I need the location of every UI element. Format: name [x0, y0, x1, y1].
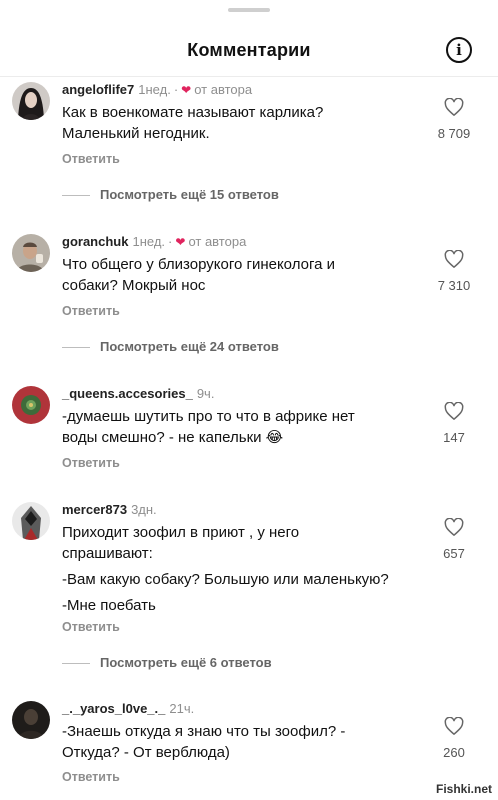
- comment-text: -Знаешь откуда я знаю что ты зоофил? - О…: [62, 721, 434, 763]
- like-count: 260: [443, 745, 465, 760]
- comment-time: 21ч.: [169, 701, 195, 716]
- comment-line: собаки? Мокрый нос: [62, 277, 206, 294]
- comment-meta: mercer873 3дн.: [62, 502, 157, 517]
- comment-meta: goranchuk 1нед. · ❤ от автора: [62, 234, 246, 249]
- like-count: 7 310: [437, 278, 471, 293]
- like-control: 8 709: [426, 98, 482, 141]
- comment-meta: _._yaros_l0ve_._ 21ч.: [62, 701, 194, 716]
- red-flower-avatar[interactable]: [12, 386, 50, 424]
- reply-button[interactable]: Ответить: [62, 620, 120, 634]
- view-more-replies-label: Посмотреть ещё 24 ответов: [100, 339, 279, 354]
- comment-line: Что общего у близорукого гинеколога и: [62, 256, 335, 273]
- comment-line: Как в военкомате называют карлика?: [62, 104, 324, 121]
- comment-paragraph: -Мне поебать: [62, 597, 156, 614]
- comment-line: Откуда? - От верблюда): [62, 744, 230, 761]
- comments-header: Комментарии i: [0, 28, 498, 72]
- view-more-replies[interactable]: Посмотреть ещё 6 ответов: [62, 655, 272, 670]
- heart-icon[interactable]: [426, 402, 482, 420]
- username[interactable]: _._yaros_l0ve_._: [62, 701, 165, 716]
- view-more-replies-label: Посмотреть ещё 15 ответов: [100, 187, 279, 202]
- comment-text: Приходит зоофил в приют , у него спрашив…: [62, 522, 442, 616]
- woman-portrait-avatar[interactable]: [12, 82, 50, 120]
- author-like-label: от автора: [194, 82, 253, 97]
- username[interactable]: angeloflife7: [62, 82, 134, 97]
- username[interactable]: goranchuk: [62, 234, 128, 249]
- username[interactable]: _queens.accesories_: [62, 386, 193, 401]
- comment-line: Маленький негодник.: [62, 125, 210, 142]
- header-divider: [0, 76, 498, 77]
- heart-icon[interactable]: [426, 717, 482, 735]
- comment-time: 9ч.: [196, 386, 215, 401]
- reply-button[interactable]: Ответить: [62, 770, 120, 784]
- comment-text: -думаешь шутить про то что в африке нет …: [62, 406, 434, 448]
- author-heart-icon: ❤: [175, 235, 186, 249]
- like-control: 147: [426, 402, 482, 445]
- reply-button[interactable]: Ответить: [62, 152, 120, 166]
- comment-time: 1нед.: [138, 82, 171, 97]
- comment-time: 3дн.: [131, 502, 157, 517]
- drag-handle[interactable]: [228, 8, 270, 12]
- dark-figure-avatar[interactable]: [12, 701, 50, 739]
- like-count: 657: [443, 546, 465, 561]
- author-heart-icon: ❤: [181, 83, 192, 97]
- separator-dot: ·: [173, 82, 179, 97]
- comment-text: Что общего у близорукого гинеколога и со…: [62, 254, 434, 296]
- comment-paragraph: Приходит зоофил в приют , у него спрашив…: [62, 524, 300, 562]
- view-more-replies[interactable]: Посмотреть ещё 24 ответов: [62, 339, 279, 354]
- view-more-replies-label: Посмотреть ещё 6 ответов: [100, 655, 272, 670]
- replies-line: [62, 347, 90, 349]
- watermark: Fishki.net: [435, 782, 492, 796]
- like-control: 260: [426, 717, 482, 760]
- comment-meta: angeloflife7 1нед. · ❤ от автора: [62, 82, 252, 97]
- comment-time: 1нед.: [132, 234, 166, 249]
- comment-line: -думаешь шутить про то что в африке нет: [62, 408, 355, 425]
- comment-meta: _queens.accesories_ 9ч.: [62, 386, 214, 401]
- replies-line: [62, 195, 90, 197]
- like-control: 657: [426, 518, 482, 561]
- like-count: 147: [443, 430, 465, 445]
- comment-line: воды смешно? - не капельки 😂: [62, 429, 284, 446]
- heart-icon[interactable]: [426, 518, 482, 536]
- heart-icon[interactable]: [426, 98, 482, 116]
- hooded-assassin-avatar[interactable]: [12, 502, 50, 540]
- reply-button[interactable]: Ответить: [62, 456, 120, 470]
- separator-dot: ·: [168, 234, 173, 249]
- comment-line: -Знаешь откуда я знаю что ты зоофил? -: [62, 723, 346, 740]
- heart-icon[interactable]: [426, 250, 482, 268]
- view-more-replies[interactable]: Посмотреть ещё 15 ответов: [62, 187, 279, 202]
- comment-text: Как в военкомате называют карлика? Мален…: [62, 102, 434, 144]
- page-title: Комментарии: [187, 40, 311, 60]
- comment-paragraph: -Вам какую собаку? Большую или маленькую…: [62, 571, 389, 588]
- info-icon[interactable]: i: [446, 37, 472, 63]
- username[interactable]: mercer873: [62, 502, 127, 517]
- man-portrait-avatar[interactable]: [12, 234, 50, 272]
- reply-button[interactable]: Ответить: [62, 304, 120, 318]
- replies-line: [62, 663, 90, 665]
- like-count: 8 709: [437, 126, 471, 141]
- author-like-label: от автора: [188, 234, 247, 249]
- like-control: 7 310: [426, 250, 482, 293]
